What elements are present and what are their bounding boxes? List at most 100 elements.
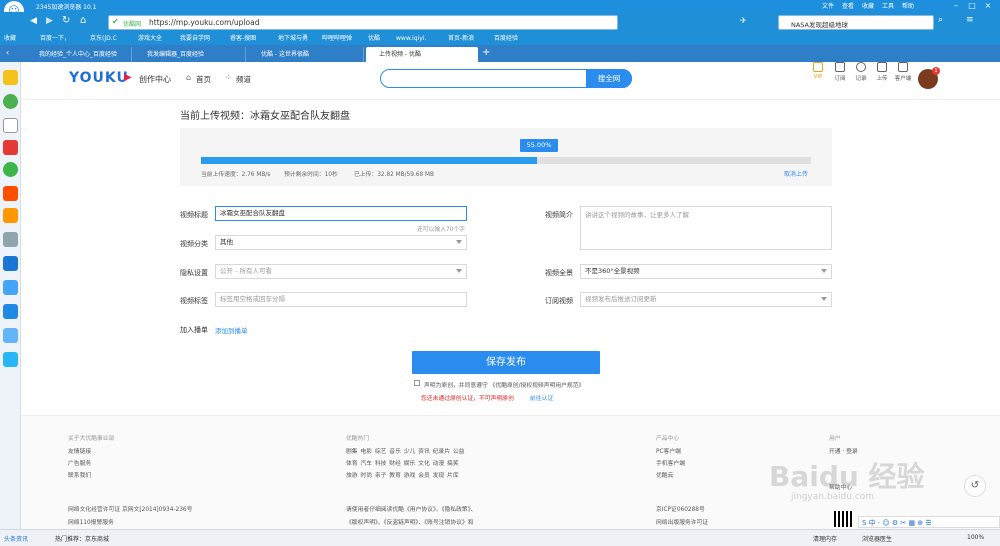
bookmark-favorites[interactable]: 收藏 xyxy=(4,33,16,44)
back-icon[interactable]: ◀ xyxy=(30,16,37,26)
upload-entry[interactable]: 上传 xyxy=(871,62,893,82)
browser-sidebar xyxy=(0,62,21,529)
input-method-icon[interactable]: S 中 · ☺ ⚙ ✂ ▦ ⊕ ☰ xyxy=(862,518,932,528)
bookmark-iqiyi[interactable]: www.iqiyi. xyxy=(396,33,426,44)
upload-amount: 已上传：32.82 MB/59.68 MB xyxy=(354,172,434,178)
nav-home[interactable]: 首页 xyxy=(196,74,211,85)
footer-link[interactable]: 友情链接 xyxy=(68,446,91,455)
footer-police[interactable]: 网络110报警服务 xyxy=(68,517,114,526)
footer-link[interactable]: 开通 · 登录 xyxy=(829,446,858,455)
bookmark-dnf[interactable]: 地下城与勇 xyxy=(278,33,308,44)
intro-label: 视频简介 xyxy=(545,211,573,219)
news-icon[interactable] xyxy=(3,140,18,155)
bookmark-bilibili[interactable]: 哔哩哔哩弹 xyxy=(322,33,352,44)
monitor-icon[interactable] xyxy=(3,280,18,295)
original-checkbox[interactable] xyxy=(414,380,420,386)
wechat-icon[interactable] xyxy=(3,162,18,177)
new-tab-icon[interactable]: + xyxy=(482,47,490,58)
menu-file[interactable]: 文件 xyxy=(822,1,834,10)
bookmark-baidu[interactable]: 百度一下， xyxy=(40,33,70,44)
bookmark-zixue[interactable]: 我要自学网 xyxy=(180,33,210,44)
zoom-level[interactable]: 100% xyxy=(967,534,984,541)
clock-icon[interactable] xyxy=(3,94,18,109)
original-warning: 您还未通过原创认证，不可声明原创 xyxy=(421,396,514,402)
history-label: 记录 xyxy=(855,76,867,82)
bookmark-sina[interactable]: 首页-新浪 xyxy=(448,33,474,44)
footer-hot-row[interactable]: 旅游 时尚 亲子 教育 游戏 会员 发现 片库 xyxy=(346,470,459,479)
rocket-icon[interactable]: ✈ xyxy=(740,16,747,25)
home-icon[interactable]: ⌂ xyxy=(80,15,86,26)
footer-link[interactable]: 优酷云 xyxy=(656,470,673,479)
search-all-button[interactable]: 搜全网 xyxy=(586,69,632,88)
vip-entry[interactable]: VIP xyxy=(807,62,829,80)
tags-input[interactable]: 标签用空格或回车分隔 xyxy=(215,292,467,307)
maximize-icon[interactable]: □ xyxy=(966,0,978,12)
channel-nav-icon: ⁘ xyxy=(225,73,232,82)
footer-link[interactable]: 手机客户端 xyxy=(656,458,685,467)
menu-tools[interactable]: 工具 xyxy=(882,1,894,10)
subscription-select[interactable]: 视频发布后推送订阅更新 xyxy=(580,292,832,307)
menu-view[interactable]: 查看 xyxy=(842,1,854,10)
film-icon[interactable] xyxy=(3,256,18,271)
taobao-icon[interactable] xyxy=(3,186,18,201)
bookmark-games[interactable]: 游戏大全 xyxy=(138,33,162,44)
tab-upload-active[interactable]: 上传视频 - 优酷 xyxy=(366,47,478,62)
browser-doctor-button[interactable]: 浏览器医生 xyxy=(862,534,892,543)
history-entry[interactable]: 记录 xyxy=(850,62,872,82)
upload-speed: 当前上传速度：2.76 MB/s xyxy=(201,172,271,178)
vip-label: VIP xyxy=(813,74,823,80)
publish-button[interactable]: 保存发布 xyxy=(412,351,600,374)
apps-icon[interactable] xyxy=(3,352,18,367)
footer-link[interactable]: 联系我们 xyxy=(68,470,91,479)
bookmark-jingyan[interactable]: 百度经验 xyxy=(494,33,518,44)
hot-recommend[interactable]: 热门推荐：京东商城 xyxy=(55,534,109,543)
footer-hot-row[interactable]: 剧集 电影 综艺 音乐 少儿 资讯 纪录片 公益 xyxy=(346,446,464,455)
url-bar[interactable]: ✔ 优酷网 https://mp.youku.com/upload xyxy=(108,15,618,30)
calendar-icon[interactable] xyxy=(3,118,18,133)
favorites-star-icon[interactable] xyxy=(3,70,18,85)
bookmark-jd[interactable]: 京东(JD.C xyxy=(90,33,117,44)
footer-icp: 京ICP证060288号 xyxy=(656,507,705,513)
panorama-select[interactable]: 不是360°全景视频 xyxy=(580,264,832,279)
youku-logo-play-icon: ▶ xyxy=(124,72,132,83)
browser-search-input[interactable]: NASA发现超级地球 xyxy=(778,15,934,30)
notebook-icon[interactable] xyxy=(3,328,18,343)
footer-link[interactable]: 广告服务 xyxy=(68,458,91,467)
title-input[interactable]: 冰霜女巫配合队友翻盘 xyxy=(215,206,467,221)
footer-link[interactable]: PC客户端 xyxy=(656,446,681,455)
subscribe-entry[interactable]: 订阅 xyxy=(829,62,851,82)
menu-help[interactable]: 帮助 xyxy=(902,1,914,10)
clean-memory-button[interactable]: 清理内存 xyxy=(813,534,837,543)
close-icon[interactable]: × xyxy=(982,0,994,12)
tab-youku[interactable]: 优酷 - 这世界很酷 xyxy=(248,47,364,62)
nav-channel[interactable]: 频道 xyxy=(236,74,251,85)
bookmark-soutu[interactable]: 睿客-搜图 xyxy=(230,33,256,44)
add-to-playlist-link[interactable]: 添加到播单 xyxy=(215,325,248,335)
gamepad-icon[interactable] xyxy=(3,232,18,247)
news-link[interactable]: 头条资讯 xyxy=(4,534,28,543)
tab-jingyan-center[interactable]: 我的经验_个人中心_百度经验 xyxy=(26,47,132,62)
menu-favorites[interactable]: 收藏 xyxy=(862,1,874,10)
tab-back-icon[interactable]: ‹ xyxy=(6,48,9,57)
go-verify-link[interactable]: 前往认证 xyxy=(530,393,553,402)
footer-notice: 请使用者仔细阅读优酷《用户协议》、《隐私政策》、 xyxy=(346,507,477,513)
privacy-select[interactable]: 公开 - 所有人可看 xyxy=(215,264,467,279)
youku-logo[interactable]: YOUKU xyxy=(69,70,129,86)
feedback-icon[interactable]: ↺ xyxy=(964,475,986,497)
intro-textarea[interactable]: 讲讲这个视频的故事，让更多人了解 xyxy=(580,206,832,250)
footer-hot-row[interactable]: 体育 汽车 科技 财经 娱乐 文化 动漫 搞笑 xyxy=(346,458,459,467)
forward-icon[interactable]: ▶ xyxy=(46,16,53,26)
footer-user-heading: 用户 xyxy=(829,436,841,442)
mail-icon[interactable] xyxy=(3,304,18,319)
chevron-down-icon xyxy=(456,240,462,244)
bookmark-youku[interactable]: 优酷 xyxy=(368,33,380,44)
category-select[interactable]: 其他 xyxy=(215,235,467,250)
search-icon[interactable]: ⌕ xyxy=(938,15,943,25)
refresh-icon[interactable]: ↻ xyxy=(62,15,70,26)
cancel-upload-link[interactable]: 取消上传 xyxy=(784,169,808,178)
tab-jingyan-editor[interactable]: 我发编辑器_百度经验 xyxy=(134,47,246,62)
client-entry[interactable]: 客户端 xyxy=(892,62,914,82)
minimize-icon[interactable]: – xyxy=(950,0,962,12)
game-icon[interactable] xyxy=(3,208,18,223)
menu-icon[interactable]: ≡ xyxy=(966,15,974,25)
